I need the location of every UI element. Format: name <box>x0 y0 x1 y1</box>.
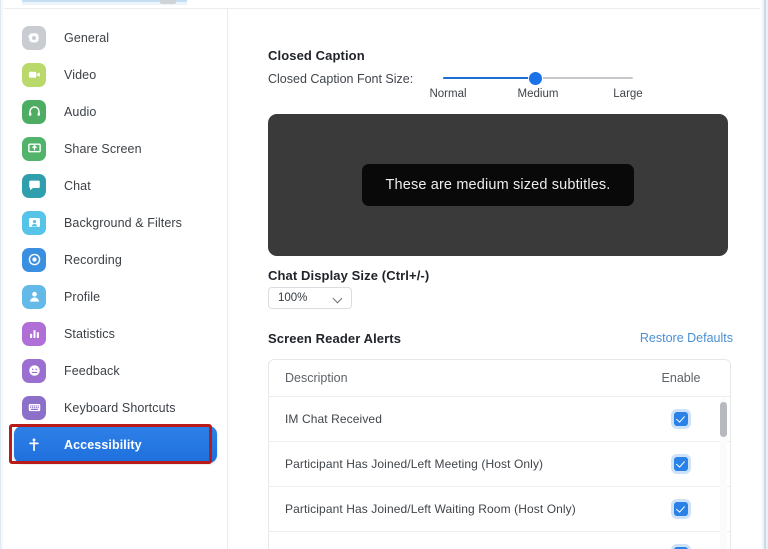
chat-display-size-title: Chat Display Size (Ctrl+/-) <box>268 268 430 283</box>
sidebar-nav-list: General Video Audio Share Screen Chat Backgro… <box>4 19 227 463</box>
sidebar-item-label: Keyboard Shortcuts <box>64 400 176 415</box>
alert-description: IM Chat Received <box>285 412 382 426</box>
screen-reader-alerts-title: Screen Reader Alerts <box>268 331 402 346</box>
enable-cell <box>640 412 730 426</box>
enable-cell <box>640 502 730 516</box>
sidebar-item-label: Background & Filters <box>64 215 183 230</box>
sidebar-item-label: Video <box>64 67 97 82</box>
chat-display-size-select[interactable]: 100% <box>268 287 352 309</box>
person-frame-icon <box>22 210 46 235</box>
slider-fill <box>443 77 536 79</box>
sidebar-item-label: General <box>64 30 110 45</box>
column-header-description: Description <box>285 371 348 385</box>
window-right-edge <box>760 0 768 549</box>
accessibility-settings-pane: Closed Caption Closed Caption Font Size:… <box>229 9 760 549</box>
share-screen-icon <box>22 136 46 161</box>
person-icon <box>22 284 46 309</box>
video-camera-icon <box>22 62 46 87</box>
sidebar-item-recording[interactable]: Recording <box>14 241 217 278</box>
sidebar-item-label: Statistics <box>64 326 116 341</box>
enable-checkbox[interactable] <box>674 457 688 471</box>
slider-thumb[interactable] <box>529 72 542 85</box>
caption-preview-text: These are medium sized subtitles. <box>361 164 635 206</box>
slider-tick-labels: Normal Medium Large <box>413 88 663 100</box>
slider-tick-medium[interactable]: Medium <box>503 88 573 100</box>
sidebar-item-keyboard-shortcuts[interactable]: Keyboard Shortcuts <box>14 389 217 426</box>
cutoff-top-chip <box>160 0 176 4</box>
sidebar-item-chat[interactable]: Chat <box>14 167 217 204</box>
enable-checkbox[interactable] <box>674 412 688 426</box>
enable-cell <box>640 457 730 471</box>
sidebar-item-general[interactable]: General <box>14 19 217 56</box>
closed-caption-font-size-row: Closed Caption Font Size: <box>268 72 413 86</box>
table-body: IM Chat Received Participant Has Joined/L… <box>269 397 730 549</box>
sidebar-item-audio[interactable]: Audio <box>14 93 217 130</box>
closed-caption-font-size-label: Closed Caption Font Size: <box>268 72 414 86</box>
sidebar-item-video[interactable]: Video <box>14 56 217 93</box>
table-row: Audio Muted by Host <box>269 532 730 549</box>
sidebar-item-statistics[interactable]: Statistics <box>14 315 217 352</box>
smiley-face-icon <box>22 358 46 383</box>
screen-reader-alerts-table: Description Enable IM Chat Received Parti… <box>268 359 731 549</box>
record-circle-icon <box>22 247 46 272</box>
table-row: Participant Has Joined/Left Meeting (Hos… <box>269 442 730 487</box>
alert-description: Participant Has Joined/Left Waiting Room… <box>285 502 576 516</box>
chat-display-size-value: 100% <box>278 292 308 304</box>
keyboard-icon <box>22 395 46 420</box>
restore-defaults-link[interactable]: Restore Defaults <box>640 331 733 345</box>
table-row: IM Chat Received <box>269 397 730 442</box>
table-header-row: Description Enable <box>269 360 730 397</box>
slider-tick-large[interactable]: Large <box>593 88 663 100</box>
sidebar-item-profile[interactable]: Profile <box>14 278 217 315</box>
enable-checkbox[interactable] <box>674 502 688 516</box>
sidebar-item-feedback[interactable]: Feedback <box>14 352 217 389</box>
column-header-enable: Enable <box>661 371 701 385</box>
caption-preview-panel: These are medium sized subtitles. <box>268 114 728 256</box>
gear-icon <box>22 25 46 50</box>
closed-caption-section-title: Closed Caption <box>268 48 365 63</box>
settings-sidebar: General Video Audio Share Screen Chat Backgro… <box>4 9 228 549</box>
headphones-icon <box>22 99 46 124</box>
sidebar-item-label: Profile <box>64 289 101 304</box>
sidebar-item-label: Share Screen <box>64 141 142 156</box>
table-scrollbar-thumb[interactable] <box>720 402 727 437</box>
chevron-down-icon <box>334 294 343 303</box>
settings-window: General Video Audio Share Screen Chat Backgro… <box>0 0 768 549</box>
alert-description: Participant Has Joined/Left Meeting (Hos… <box>285 457 544 471</box>
sidebar-item-label: Audio <box>64 104 97 119</box>
sidebar-item-label: Recording <box>64 252 122 267</box>
sidebar-item-share-screen[interactable]: Share Screen <box>14 130 217 167</box>
sidebar-item-background-filters[interactable]: Background & Filters <box>14 204 217 241</box>
sidebar-item-label: Accessibility <box>64 437 142 452</box>
accessibility-icon <box>22 433 46 457</box>
sidebar-item-label: Chat <box>64 178 91 193</box>
chat-bubble-icon <box>22 173 46 198</box>
bar-chart-icon <box>22 321 46 346</box>
slider-tick-normal[interactable]: Normal <box>413 88 483 100</box>
font-size-slider[interactable]: Normal Medium Large <box>429 71 643 105</box>
table-row: Participant Has Joined/Left Waiting Room… <box>269 487 730 532</box>
sidebar-item-label: Feedback <box>64 363 120 378</box>
sidebar-item-accessibility[interactable]: Accessibility <box>14 426 217 463</box>
